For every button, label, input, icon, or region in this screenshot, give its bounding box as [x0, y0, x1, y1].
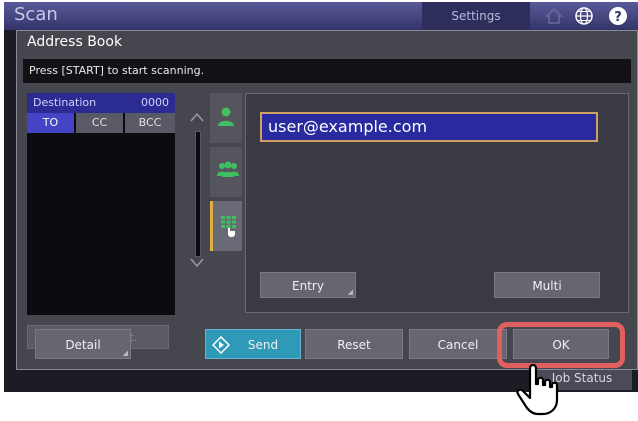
destination-count: 0000: [141, 96, 169, 109]
person-icon: [218, 107, 234, 126]
tab-bcc[interactable]: BCC: [125, 113, 175, 133]
email-field[interactable]: user@example.com: [260, 112, 598, 142]
chevron-down-icon[interactable]: [189, 257, 205, 269]
start-diamond-icon: [212, 336, 230, 354]
destination-header: Destination 0000: [27, 93, 175, 113]
chevron-up-icon[interactable]: [189, 111, 205, 123]
tab-cc[interactable]: CC: [76, 113, 123, 133]
group-icon: [217, 161, 239, 177]
dialog-title: Address Book: [27, 34, 123, 50]
pointing-hand-icon: [516, 363, 559, 416]
send-button-label: Send: [247, 338, 279, 352]
cancel-button[interactable]: Cancel: [409, 329, 507, 359]
svg-text:?: ?: [614, 10, 622, 25]
entry-button[interactable]: Entry ◢: [260, 272, 356, 298]
address-book-dialog: Address Book Press [START] to start scan…: [16, 30, 638, 370]
destination-scrollbar[interactable]: [177, 111, 205, 295]
tab-individual[interactable]: [210, 93, 242, 143]
detail-button-label: Detail: [65, 338, 101, 352]
globe-icon[interactable]: [574, 6, 594, 26]
corner-arrow-icon: ◢: [347, 288, 353, 296]
app-title: Scan: [14, 4, 58, 25]
help-icon[interactable]: ?: [608, 6, 628, 26]
multi-button[interactable]: Multi: [494, 272, 600, 298]
keypad-icon: [221, 216, 236, 237]
tab-to[interactable]: TO: [27, 113, 74, 133]
home-icon[interactable]: [544, 6, 564, 26]
entry-button-label: Entry: [292, 279, 324, 293]
destination-label: Destination: [33, 96, 97, 109]
detail-button[interactable]: Detail ◢: [35, 329, 131, 359]
top-bar: Scan Settings ?: [4, 2, 638, 30]
tab-group[interactable]: [210, 147, 242, 197]
scroll-track[interactable]: [195, 131, 201, 257]
settings-tab[interactable]: Settings: [422, 2, 530, 30]
reset-button[interactable]: Reset: [305, 329, 403, 359]
corner-arrow-icon: ◢: [122, 349, 128, 357]
entry-panel: user@example.com Entry ◢ Multi: [245, 93, 629, 313]
send-button[interactable]: Send: [205, 329, 301, 359]
message-bar: Press [START] to start scanning.: [23, 59, 631, 83]
tab-keypad[interactable]: [210, 201, 242, 251]
destination-list: Destination 0000 TO CC BCC: [27, 93, 175, 315]
